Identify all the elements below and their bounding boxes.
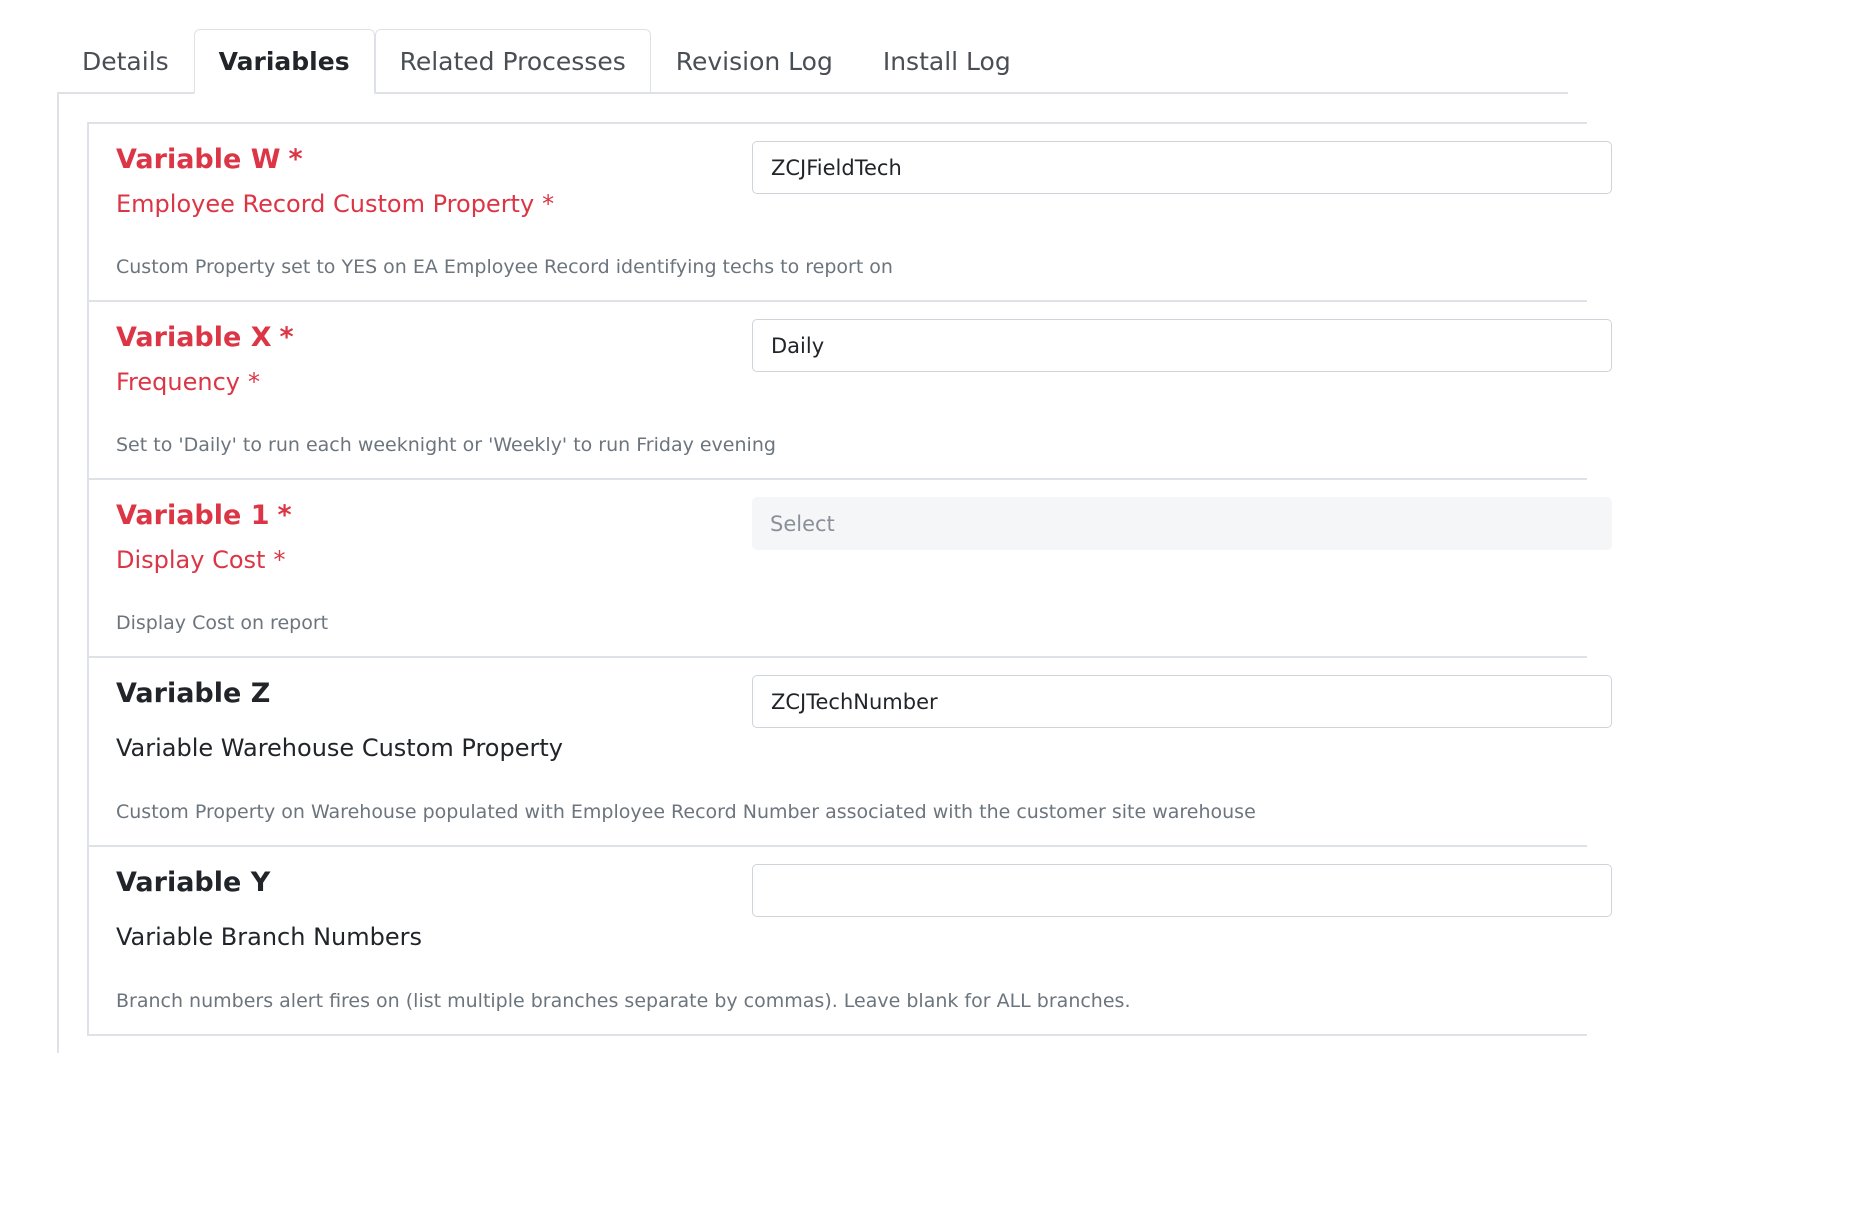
variable-title: Variable W *: [116, 144, 303, 175]
variable-title-text: Variable W: [116, 144, 281, 175]
variable-row-y: Variable Y Variable Branch Numbers Branc…: [89, 847, 1612, 1036]
variable-subtitle: Frequency *: [116, 368, 260, 396]
variable-help-text: Branch numbers alert fires on (list mult…: [116, 990, 1131, 1012]
variable-row-1: Variable 1 * Display Cost * Display Cost o…: [89, 480, 1612, 658]
tab-details[interactable]: Details: [57, 29, 194, 93]
tab-revision-log[interactable]: Revision Log: [651, 29, 858, 93]
variable-title: Variable 1 *: [116, 500, 292, 531]
variable-help-text: Custom Property on Warehouse populated w…: [116, 801, 1256, 823]
variable-title: Variable X *: [116, 322, 294, 353]
variable-row-z: Variable Z Variable Warehouse Custom Pro…: [89, 658, 1612, 847]
variable-subtitle: Display Cost *: [116, 546, 285, 574]
variable-1-select[interactable]: Select: [752, 497, 1612, 550]
variable-z-input[interactable]: [752, 675, 1612, 728]
variable-subtitle-text: Display Cost: [116, 546, 266, 574]
select-placeholder: Select: [770, 511, 835, 536]
variable-subtitle-text: Frequency: [116, 368, 240, 396]
variable-help-text: Set to 'Daily' to run each weeknight or …: [116, 434, 776, 456]
variable-help-text: Display Cost on report: [116, 612, 329, 634]
tab-related-processes[interactable]: Related Processes: [374, 29, 651, 93]
variable-subtitle: Employee Record Custom Property *: [116, 190, 554, 218]
required-marker: *: [279, 322, 294, 353]
required-marker: *: [247, 368, 260, 396]
required-marker: *: [273, 546, 286, 574]
variable-subtitle-text: Employee Record Custom Property: [116, 190, 535, 218]
tab-variables[interactable]: Variables: [193, 29, 375, 94]
tab-bar: Details Variables Related Processes Revi…: [57, 29, 1568, 94]
variable-title: Variable Y: [116, 867, 271, 898]
variable-subtitle: Variable Branch Numbers: [116, 923, 422, 951]
variable-title-text: Variable X: [116, 322, 272, 353]
variable-row-w: Variable W * Employee Record Custom Prope…: [89, 124, 1612, 302]
tab-install-log[interactable]: Install Log: [858, 29, 1036, 93]
variable-x-input[interactable]: [752, 319, 1612, 372]
variable-help-text: Custom Property set to YES on EA Employe…: [116, 256, 893, 278]
required-marker: *: [288, 144, 303, 175]
variables-list: Variable W * Employee Record Custom Prope…: [87, 122, 1612, 1036]
variable-y-input[interactable]: [752, 864, 1612, 917]
variable-w-input[interactable]: [752, 141, 1612, 194]
variable-row-x: Variable X * Frequency * Set to 'Daily' to…: [89, 302, 1612, 480]
variable-title-text: Variable 1: [116, 500, 270, 531]
required-marker: *: [277, 500, 292, 531]
variable-title: Variable Z: [116, 678, 271, 709]
variable-subtitle: Variable Warehouse Custom Property: [116, 734, 563, 762]
required-marker: *: [542, 190, 555, 218]
